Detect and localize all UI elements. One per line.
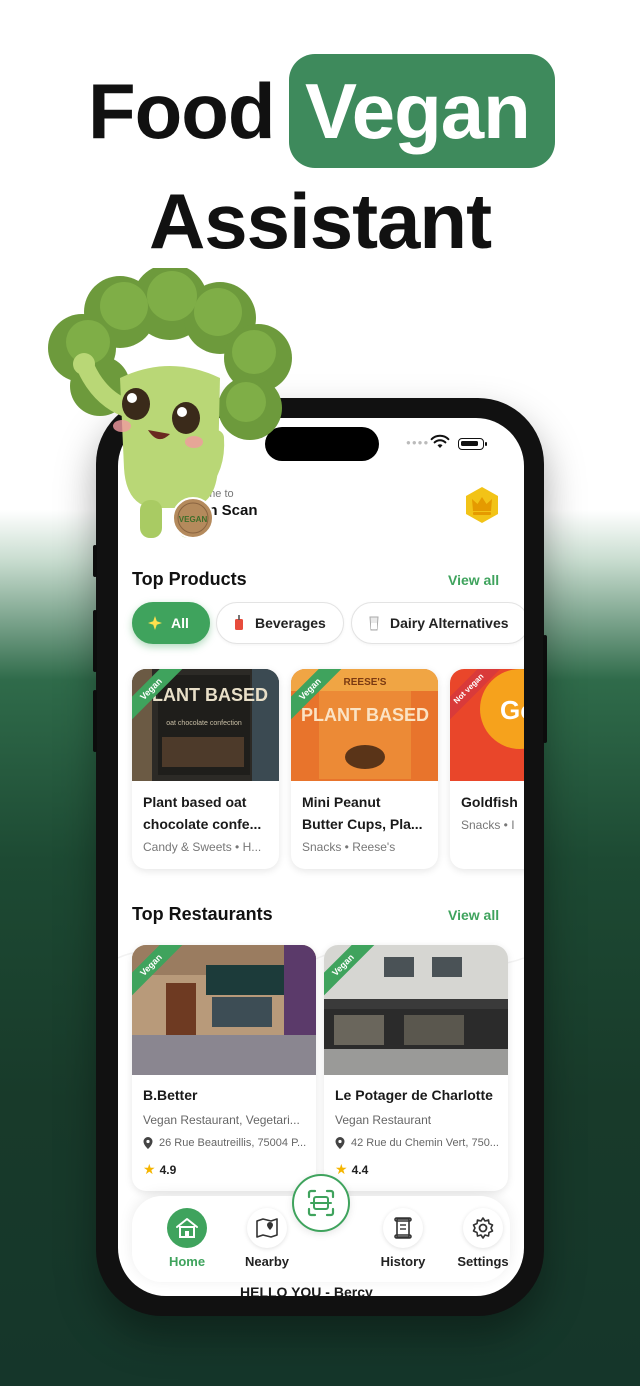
filter-chip-label: All [171, 615, 189, 631]
svg-text:PLANT BASED: PLANT BASED [301, 705, 429, 725]
restaurant-name: B.Better [143, 1087, 198, 1103]
restaurant-rating: ★ 4.4 [335, 1161, 369, 1177]
broccoli-mascot: VEGAN [48, 268, 292, 539]
restaurant-address: 26 Rue Beautreillis, 75004 P... [143, 1137, 306, 1149]
nav-label: History [380, 1254, 426, 1269]
product-card[interactable]: Gol Not vegan Goldfish Snacks • I [450, 669, 524, 869]
headline-word-vegan: Vegan [305, 67, 531, 155]
nav-label: Nearby [244, 1254, 290, 1269]
product-name: Plant based oat chocolate confe... [143, 794, 262, 832]
filter-chip-dairy-alternatives[interactable]: Dairy Alternatives [351, 602, 524, 644]
product-meta: Snacks • Reese's [302, 840, 396, 854]
product-card[interactable]: PLANT BASED REESE'S Vegan Mini Peanut Bu… [291, 669, 438, 869]
filter-chip-label: Beverages [255, 615, 326, 631]
headline-word-assistant: Assistant [148, 177, 492, 265]
top-products-title: Top Products [132, 569, 247, 589]
home-icon [176, 1218, 198, 1238]
filter-chip-beverages[interactable]: Beverages [216, 602, 344, 644]
restaurant-rating: ★ 4.9 [143, 1161, 177, 1177]
nav-item-history[interactable]: History [368, 1208, 438, 1274]
restaurant-card[interactable]: Vegan Le Potager de Charlotte Vegan Rest… [324, 945, 508, 1191]
restaurant-type: Vegan Restaurant, Vegetari... [143, 1113, 300, 1127]
battery-icon [458, 438, 487, 450]
crown-icon[interactable] [464, 486, 500, 524]
product-name: Goldfish [461, 794, 518, 810]
signal-icon: ●●●● [406, 438, 430, 447]
filter-chip-all[interactable]: All [132, 602, 210, 644]
map-icon [256, 1218, 278, 1238]
nav-label: Home [168, 1254, 206, 1269]
wifi-icon [430, 434, 450, 448]
nav-item-nearby[interactable]: Nearby [232, 1208, 302, 1274]
phone-power-button [543, 635, 547, 743]
gear-icon [472, 1217, 494, 1239]
scroll-icon [394, 1217, 412, 1239]
headline: Food Vegan Assistant [0, 0, 640, 270]
restaurant-address: 42 Rue du Chemin Vert, 750... [335, 1137, 499, 1149]
svg-text:Gol: Gol [500, 695, 524, 725]
svg-text:VEGAN: VEGAN [179, 515, 208, 524]
restaurant-name: Le Potager de Charlotte [335, 1087, 493, 1103]
phone-volume-down [93, 690, 97, 752]
star-icon: ★ [143, 1161, 156, 1177]
product-name: Mini Peanut Butter Cups, Pla... [302, 794, 423, 832]
milk-icon [369, 616, 379, 631]
restaurant-name-peek[interactable]: HELLO YOU - Bercy [240, 1284, 373, 1296]
top-restaurants-title: Top Restaurants [132, 904, 273, 924]
location-pin-icon [143, 1137, 153, 1149]
restaurant-card[interactable]: Vegan B.Better Vegan Restaurant, Vegetar… [132, 945, 316, 1191]
products-view-all-link[interactable]: View all [448, 572, 499, 588]
product-meta: Candy & Sweets • H... [143, 840, 262, 854]
star-icon: ★ [335, 1161, 348, 1177]
nav-item-settings[interactable]: Settings [448, 1208, 518, 1274]
drink-icon [235, 615, 243, 630]
scan-icon [307, 1189, 335, 1217]
product-card[interactable]: PLANT BASED oat chocolate confection Veg… [132, 669, 279, 869]
nav-item-home[interactable]: Home [152, 1208, 222, 1274]
restaurant-type: Vegan Restaurant [335, 1113, 432, 1127]
nav-label: Settings [457, 1254, 509, 1269]
sparkle-icon [148, 616, 162, 630]
svg-text:oat chocolate confection: oat chocolate confection [166, 720, 242, 727]
headline-word-food: Food [88, 67, 276, 155]
phone-volume-up [93, 610, 97, 672]
location-pin-icon [335, 1137, 345, 1149]
filter-chip-label: Dairy Alternatives [390, 615, 509, 631]
scan-button[interactable] [292, 1174, 350, 1232]
product-meta: Snacks • I [461, 818, 515, 832]
svg-text:REESE'S: REESE'S [344, 677, 387, 688]
restaurants-view-all-link[interactable]: View all [448, 907, 499, 923]
